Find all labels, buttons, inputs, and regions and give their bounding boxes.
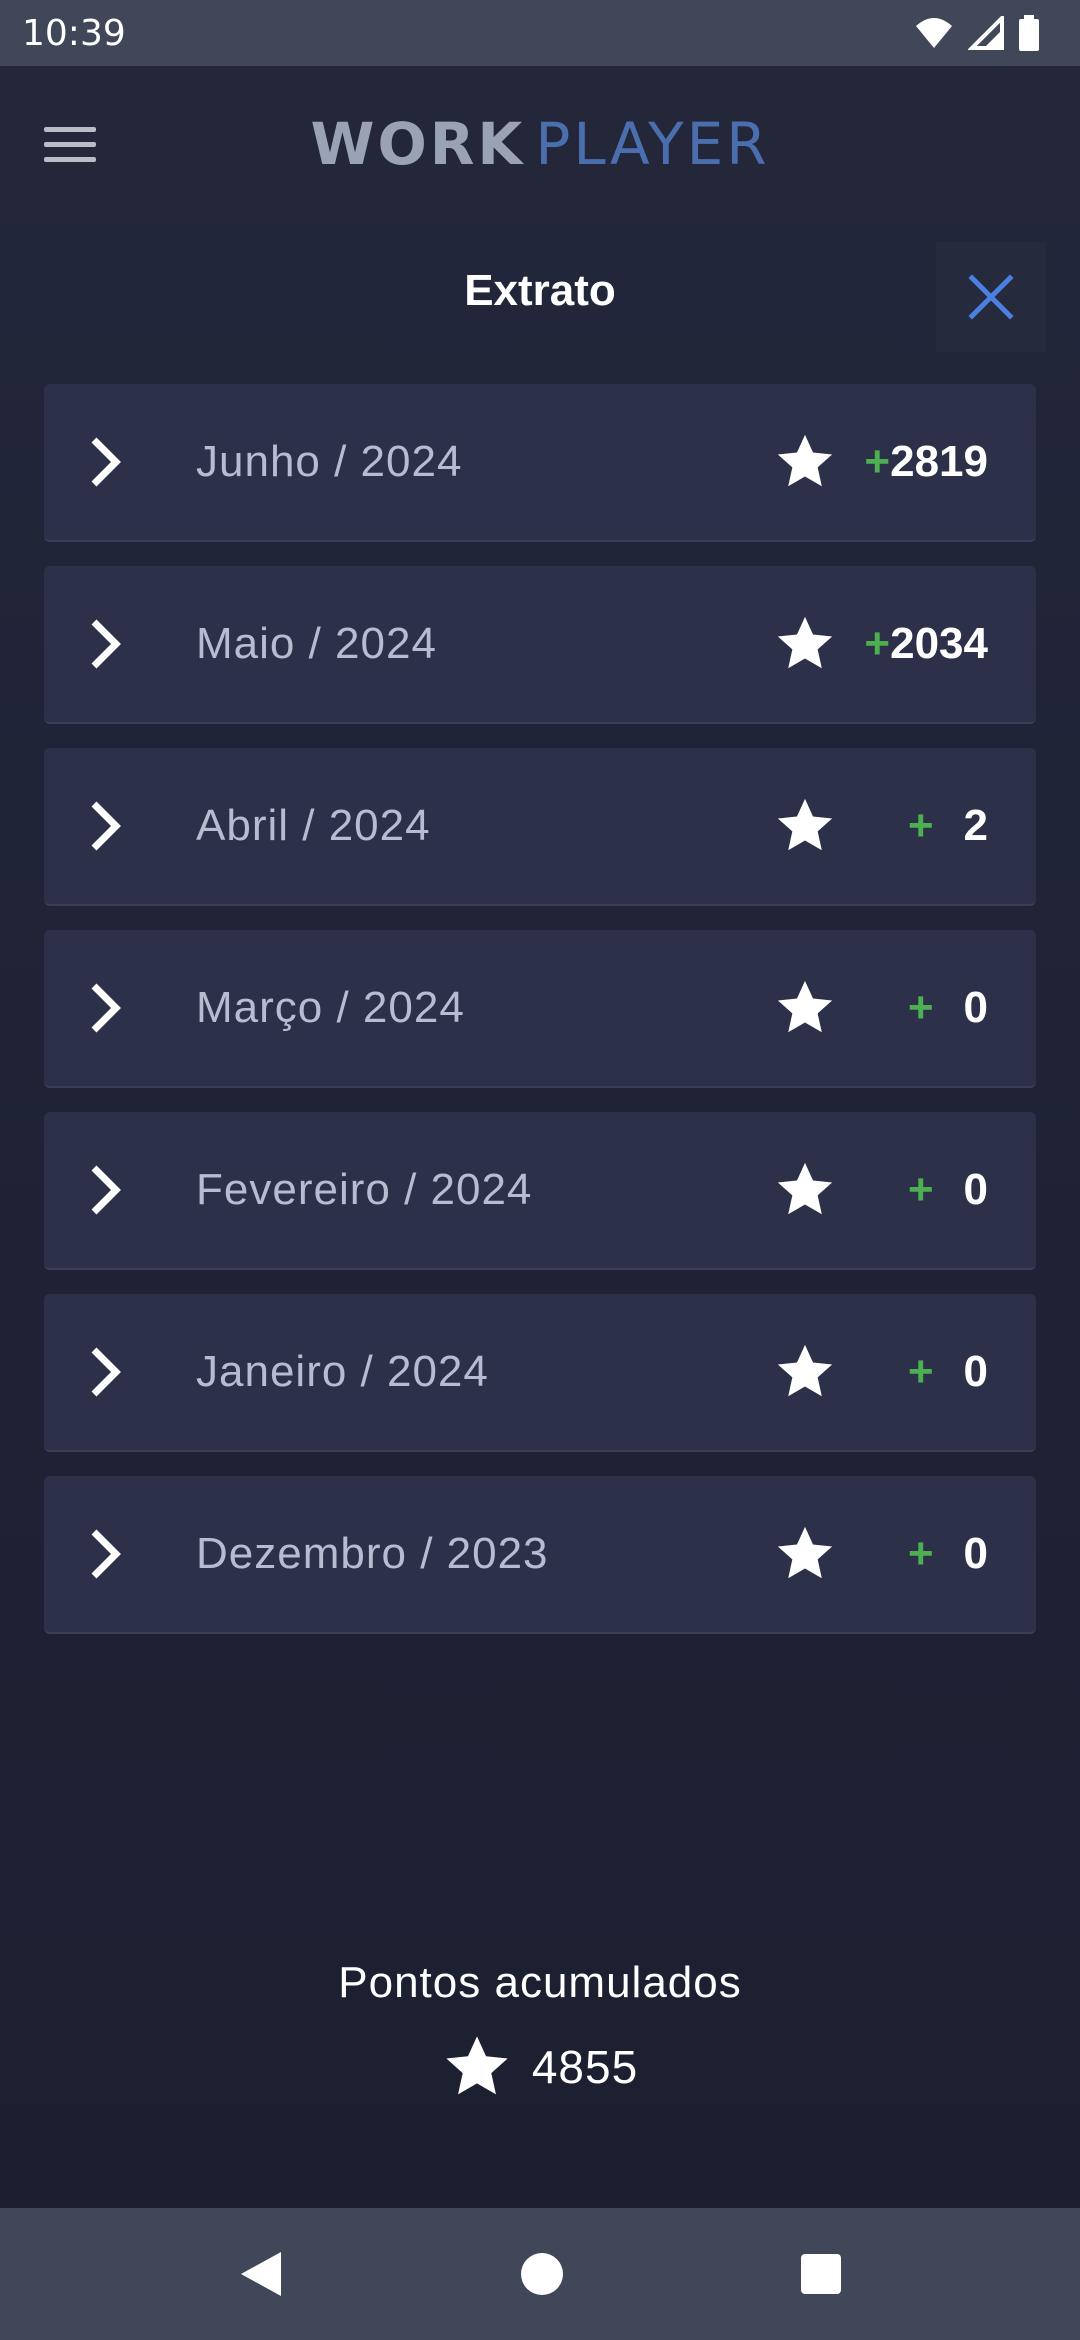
battery-icon	[1019, 15, 1039, 51]
accumulated-points: 4855	[0, 2032, 1080, 2102]
plus-sign: +	[907, 983, 934, 1032]
star-icon	[777, 1344, 833, 1397]
points-number: 2819	[890, 437, 988, 486]
points-number: 0	[963, 983, 988, 1032]
page-title: Extrato	[464, 266, 616, 315]
month-label: Fevereiro / 2024	[196, 1165, 533, 1214]
back-icon[interactable]	[237, 2248, 285, 2300]
points-number: 0	[963, 1165, 988, 1214]
month-row-abril-2024[interactable]: Abril / 2024 +2	[44, 748, 1036, 906]
month-row-dezembro-2023[interactable]: Dezembro / 2023 +0	[44, 1476, 1036, 1634]
month-row-marco-2024[interactable]: Março / 2024 +0	[44, 930, 1036, 1088]
status-icons	[914, 15, 1040, 51]
chevron-right-icon	[91, 1347, 121, 1397]
chevron-right-icon	[91, 801, 121, 851]
star-icon	[777, 798, 833, 851]
plus-sign: +	[907, 1529, 934, 1578]
star-icon	[777, 1526, 833, 1579]
plus-sign: +	[907, 801, 934, 850]
points-number: 0	[963, 1529, 988, 1578]
plus-sign: +	[864, 619, 891, 668]
month-label: Janeiro / 2024	[196, 1347, 489, 1396]
star-icon	[777, 616, 833, 669]
plus-sign: +	[907, 1347, 934, 1396]
chevron-right-icon	[91, 1529, 121, 1579]
accumulated-points-value: 4855	[531, 2041, 639, 2093]
month-row-fevereiro-2024[interactable]: Fevereiro / 2024 +0	[44, 1112, 1036, 1270]
month-row-junho-2024[interactable]: Junho / 2024 +2819	[44, 384, 1036, 542]
points-value: +2	[908, 801, 988, 851]
logo-word-work: WORK	[310, 110, 526, 178]
points-value: +0	[908, 1165, 988, 1215]
month-label: Abril / 2024	[196, 801, 431, 850]
chevron-right-icon	[91, 983, 121, 1033]
logo-word-player: PLAYER	[535, 110, 770, 178]
points-value: +0	[908, 1347, 988, 1397]
star-icon	[777, 1162, 833, 1215]
status-bar: 10:39	[0, 0, 1080, 66]
chevron-right-icon	[91, 619, 121, 669]
app-logo: WORK PLAYER	[0, 110, 1080, 178]
star-icon	[446, 2036, 508, 2095]
month-label: Maio / 2024	[196, 619, 437, 668]
recents-icon[interactable]	[799, 2252, 843, 2296]
plus-sign: +	[864, 437, 891, 486]
month-label: Dezembro / 2023	[196, 1529, 549, 1578]
home-icon[interactable]	[519, 2251, 565, 2297]
status-time: 10:39	[22, 12, 126, 54]
signal-icon	[968, 16, 1004, 50]
chevron-right-icon	[91, 437, 121, 487]
star-icon	[777, 434, 833, 487]
navigation-bar	[0, 2208, 1080, 2340]
points-value: +2034	[864, 619, 988, 669]
points-number: 0	[963, 1347, 988, 1396]
plus-sign: +	[907, 1165, 934, 1214]
chevron-right-icon	[91, 1165, 121, 1215]
app-bar: WORK PLAYER	[0, 66, 1080, 222]
month-row-maio-2024[interactable]: Maio / 2024 +2034	[44, 566, 1036, 724]
close-icon	[968, 274, 1014, 320]
extrato-panel: Extrato Junho / 2024 +2819 Maio / 2024 +…	[0, 222, 1080, 2208]
month-label: Março / 2024	[196, 983, 465, 1032]
points-number: 2	[963, 801, 988, 850]
points-number: 2034	[890, 619, 988, 668]
months-list: Junho / 2024 +2819 Maio / 2024 +2034 Abr…	[44, 384, 1036, 1658]
month-row-janeiro-2024[interactable]: Janeiro / 2024 +0	[44, 1294, 1036, 1452]
wifi-icon	[916, 18, 952, 48]
month-label: Junho / 2024	[196, 437, 463, 486]
points-value: +0	[908, 983, 988, 1033]
close-button[interactable]	[936, 242, 1046, 352]
star-icon	[777, 980, 833, 1033]
accumulated-points-label: Pontos acumulados	[338, 1958, 742, 2007]
points-value: +0	[908, 1529, 988, 1579]
points-value: +2819	[864, 437, 988, 487]
